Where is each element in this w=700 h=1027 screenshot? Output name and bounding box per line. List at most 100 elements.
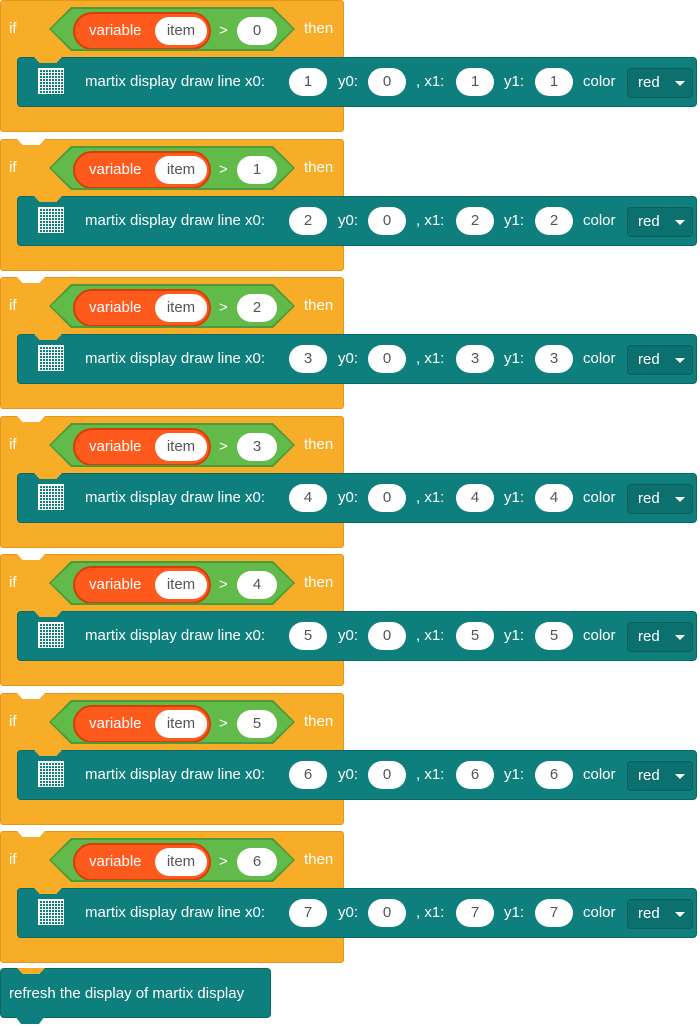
variable-reporter[interactable]: variable item <box>73 151 211 188</box>
threshold-input[interactable]: 0 <box>237 17 277 45</box>
y0-input[interactable]: 0 <box>368 622 406 650</box>
if-block[interactable]: if variable item > 6 then martix display… <box>0 831 697 963</box>
greater-than-operator[interactable]: variable item > 5 <box>49 700 295 744</box>
threshold-input[interactable]: 2 <box>237 294 277 322</box>
y0-input[interactable]: 0 <box>368 484 406 512</box>
color-dropdown[interactable]: red <box>627 207 693 237</box>
block-tab <box>15 1016 45 1024</box>
threshold-input[interactable]: 6 <box>237 848 277 876</box>
variable-reporter[interactable]: variable item <box>73 705 211 742</box>
if-block[interactable]: if variable item > 1 then martix display… <box>0 139 697 271</box>
variable-reporter[interactable]: variable item <box>73 289 211 326</box>
color-dropdown[interactable]: red <box>627 899 693 929</box>
color-dropdown[interactable]: red <box>627 622 693 652</box>
greater-than-operator[interactable]: variable item > 4 <box>49 561 295 605</box>
y0-input[interactable]: 0 <box>368 207 406 235</box>
color-dropdown[interactable]: red <box>627 761 693 791</box>
y1-input[interactable]: 3 <box>535 345 573 373</box>
block-notch <box>34 473 62 479</box>
variable-label: variable <box>89 161 142 178</box>
draw-line-label: martix display draw line x0: <box>85 73 266 90</box>
x1-input[interactable]: 4 <box>456 484 494 512</box>
x0-input[interactable]: 7 <box>289 899 327 927</box>
variable-name-input[interactable]: item <box>155 17 207 45</box>
variable-label: variable <box>89 853 142 870</box>
y1-input[interactable]: 5 <box>535 622 573 650</box>
variable-name-input[interactable]: item <box>155 294 207 322</box>
y0-label: y0: <box>338 627 359 644</box>
y1-input[interactable]: 1 <box>535 68 573 96</box>
threshold-input[interactable]: 1 <box>237 156 277 184</box>
x0-input[interactable]: 4 <box>289 484 327 512</box>
x0-input[interactable]: 6 <box>289 761 327 789</box>
variable-reporter[interactable]: variable item <box>73 843 211 880</box>
greater-than-operator[interactable]: variable item > 1 <box>49 146 295 190</box>
draw-line-block[interactable]: martix display draw line x0: 6 y0: 0 , x… <box>17 750 697 800</box>
refresh-display-block[interactable]: refresh the display of martix display <box>0 968 271 1018</box>
color-dropdown[interactable]: red <box>627 68 693 98</box>
y0-input[interactable]: 0 <box>368 761 406 789</box>
x1-input[interactable]: 3 <box>456 345 494 373</box>
y1-label: y1: <box>504 766 525 783</box>
variable-name-input[interactable]: item <box>155 710 207 738</box>
if-block[interactable]: if variable item > 2 then martix display… <box>0 277 697 409</box>
operator-symbol: > <box>219 438 228 455</box>
if-block[interactable]: if variable item > 0 then martix display… <box>0 0 697 132</box>
color-value: red <box>638 767 660 784</box>
if-block[interactable]: if variable item > 4 then martix display… <box>0 554 697 686</box>
x1-input[interactable]: 6 <box>456 761 494 789</box>
x1-input[interactable]: 5 <box>456 622 494 650</box>
block-notch <box>17 277 45 283</box>
operator-symbol: > <box>219 22 228 39</box>
draw-line-block[interactable]: martix display draw line x0: 3 y0: 0 , x… <box>17 334 697 384</box>
block-notch <box>17 554 45 560</box>
x1-input[interactable]: 7 <box>456 899 494 927</box>
x0-input[interactable]: 1 <box>289 68 327 96</box>
operator-symbol: > <box>219 715 228 732</box>
greater-than-operator[interactable]: variable item > 6 <box>49 838 295 882</box>
variable-reporter[interactable]: variable item <box>73 12 211 49</box>
greater-than-operator[interactable]: variable item > 3 <box>49 423 295 467</box>
greater-than-operator[interactable]: variable item > 2 <box>49 284 295 328</box>
y1-input[interactable]: 7 <box>535 899 573 927</box>
y1-label: y1: <box>504 489 525 506</box>
y0-input[interactable]: 0 <box>368 345 406 373</box>
if-block[interactable]: if variable item > 5 then martix display… <box>0 693 697 825</box>
greater-than-operator[interactable]: variable item > 0 <box>49 7 295 51</box>
draw-line-block[interactable]: martix display draw line x0: 7 y0: 0 , x… <box>17 888 697 938</box>
if-keyword: if <box>9 574 17 591</box>
draw-line-block[interactable]: martix display draw line x0: 1 y0: 0 , x… <box>17 57 697 107</box>
threshold-input[interactable]: 3 <box>237 433 277 461</box>
y1-input[interactable]: 6 <box>535 761 573 789</box>
color-dropdown[interactable]: red <box>627 484 693 514</box>
refresh-display-label: refresh the display of martix display <box>9 985 245 1002</box>
variable-reporter[interactable]: variable item <box>73 566 211 603</box>
x0-input[interactable]: 2 <box>289 207 327 235</box>
variable-name-input[interactable]: item <box>155 156 207 184</box>
draw-line-block[interactable]: martix display draw line x0: 4 y0: 0 , x… <box>17 473 697 523</box>
caret-down-icon <box>675 81 685 86</box>
matrix-grid-icon <box>38 899 64 925</box>
x0-input[interactable]: 3 <box>289 345 327 373</box>
draw-line-block[interactable]: martix display draw line x0: 2 y0: 0 , x… <box>17 196 697 246</box>
variable-name-input[interactable]: item <box>155 848 207 876</box>
y1-label: y1: <box>504 904 525 921</box>
x0-input[interactable]: 5 <box>289 622 327 650</box>
operator-symbol: > <box>219 299 228 316</box>
threshold-input[interactable]: 4 <box>237 571 277 599</box>
variable-name-input[interactable]: item <box>155 571 207 599</box>
x1-input[interactable]: 2 <box>456 207 494 235</box>
y0-input[interactable]: 0 <box>368 68 406 96</box>
x1-input[interactable]: 1 <box>456 68 494 96</box>
color-dropdown[interactable]: red <box>627 345 693 375</box>
y1-input[interactable]: 2 <box>535 207 573 235</box>
y1-label: y1: <box>504 627 525 644</box>
threshold-input[interactable]: 5 <box>237 710 277 738</box>
if-block[interactable]: if variable item > 3 then martix display… <box>0 416 697 548</box>
variable-reporter[interactable]: variable item <box>73 428 211 465</box>
y0-input[interactable]: 0 <box>368 899 406 927</box>
variable-name-input[interactable]: item <box>155 433 207 461</box>
draw-line-block[interactable]: martix display draw line x0: 5 y0: 0 , x… <box>17 611 697 661</box>
y1-input[interactable]: 4 <box>535 484 573 512</box>
y0-label: y0: <box>338 350 359 367</box>
